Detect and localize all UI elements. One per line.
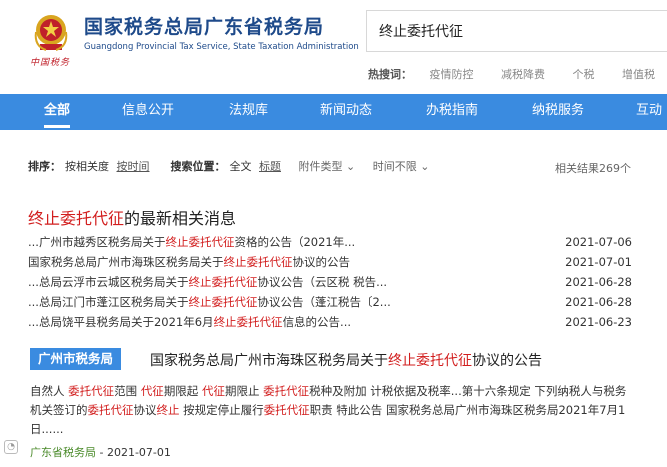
- scope-all[interactable]: 全文: [230, 160, 252, 173]
- result-snippet: 自然人 委托代征范围 代征期限起 代征期限止 委托代征税种及附加 计税依据及税率…: [30, 382, 630, 439]
- latest-news-title: 终止委托代征的最新相关消息: [28, 209, 237, 228]
- site-header: 中国税务 国家税务总局广东省税务局 Guangdong Provincial T…: [0, 0, 667, 92]
- sort-relevance[interactable]: 按相关度: [65, 160, 109, 173]
- result-source[interactable]: 广东省税务局: [30, 446, 96, 459]
- nav-item-service[interactable]: 纳税服务: [532, 94, 584, 130]
- chevron-down-icon: ⌄: [420, 160, 430, 173]
- attach-type-dropdown[interactable]: 附件类型 ⌄: [299, 160, 356, 173]
- snippet-text: 自然人: [30, 384, 69, 398]
- search-box[interactable]: [366, 10, 667, 52]
- news-date: 2021-06-28: [565, 275, 632, 289]
- snippet-text: 期限起: [163, 384, 202, 398]
- nav-item-guide[interactable]: 办税指南: [426, 94, 478, 130]
- snippet-text: 期限止: [224, 384, 264, 398]
- result-title-link[interactable]: 国家税务总局广州市海珠区税务局关于终止委托代征协议的公告: [150, 350, 542, 370]
- hot-search-bar: 热搜词： 疫情防控 减税降费 个税 增值税: [368, 66, 667, 82]
- hot-item[interactable]: 疫情防控: [430, 68, 474, 81]
- news-date: 2021-06-23: [565, 315, 632, 329]
- news-link[interactable]: 国家税务总局广州市海珠区税务局关于终止委托代征协议的公告: [28, 252, 428, 272]
- result-date: - 2021-07-01: [96, 446, 171, 459]
- list-item[interactable]: ...总局饶平县税务局关于2021年6月终止委托代征信息的公告... 2021-…: [28, 312, 632, 332]
- nav-item-interact[interactable]: 互动: [636, 94, 662, 130]
- news-link[interactable]: ...总局饶平县税务局关于2021年6月终止委托代征信息的公告...: [28, 312, 428, 332]
- hot-label: 热搜词：: [368, 68, 412, 81]
- highlight-term: 委托代征: [87, 403, 134, 417]
- nav-item-laws[interactable]: 法规库: [229, 94, 268, 130]
- result-meta: 广东省税务局 - 2021-07-01: [30, 444, 171, 460]
- latest-news-list: ...广州市越秀区税务局关于终止委托代征资格的公告（2021年... 2021-…: [28, 232, 632, 332]
- hot-item[interactable]: 增值税: [622, 68, 655, 81]
- search-input[interactable]: [367, 11, 667, 51]
- source-tag[interactable]: 广州市税务局: [30, 348, 122, 370]
- search-results-page: 中国税务 国家税务总局广东省税务局 Guangdong Provincial T…: [0, 0, 667, 467]
- sort-label: 排序：: [28, 160, 61, 173]
- nav-item-all[interactable]: 全部: [44, 94, 71, 130]
- sort-time[interactable]: 按时间: [117, 160, 150, 173]
- news-link[interactable]: ...总局云浮市云城区税务局关于终止委托代征协议公告（云区税 税告...: [28, 272, 428, 292]
- snippet-text: 范围: [114, 384, 141, 398]
- list-item[interactable]: ...总局江门市蓬江区税务局关于终止委托代征协议公告（蓬江税告〔2... 202…: [28, 292, 632, 312]
- slogan: 中国税务: [30, 58, 71, 68]
- time-limit-dropdown[interactable]: 时间不限 ⌄: [373, 160, 430, 173]
- highlight-term: 代征: [201, 384, 225, 398]
- nav-item-info[interactable]: 信息公开: [122, 94, 174, 130]
- snippet-text: 按规定停止履行: [179, 403, 264, 417]
- sort-bar: 排序： 按相关度 按时间 搜索位置： 全文 标题 附件类型 ⌄ 时间不限 ⌄: [28, 158, 429, 174]
- list-item[interactable]: ...广州市越秀区税务局关于终止委托代征资格的公告（2021年... 2021-…: [28, 232, 632, 252]
- result-count: 相关结果269个: [555, 162, 631, 175]
- chevron-down-icon: ⌄: [346, 160, 356, 173]
- news-date: 2021-07-06: [565, 235, 632, 249]
- list-item[interactable]: 国家税务总局广州市海珠区税务局关于终止委托代征协议的公告 2021-07-01: [28, 252, 632, 272]
- highlight-term: 代征: [140, 384, 164, 398]
- news-date: 2021-06-28: [565, 295, 632, 309]
- list-item[interactable]: ...总局云浮市云城区税务局关于终止委托代征协议公告（云区税 税告... 202…: [28, 272, 632, 292]
- site-subtitle: Guangdong Provincial Tax Service, State …: [84, 42, 359, 52]
- feedback-icon[interactable]: ◔: [4, 440, 18, 454]
- highlight-term: 委托代征: [263, 384, 310, 398]
- hot-item[interactable]: 个税: [573, 68, 595, 81]
- news-link[interactable]: ...总局江门市蓬江区税务局关于终止委托代征协议公告（蓬江税告〔2...: [28, 292, 428, 312]
- site-title[interactable]: 国家税务总局广东省税务局: [84, 12, 324, 39]
- news-link[interactable]: ...广州市越秀区税务局关于终止委托代征资格的公告（2021年...: [28, 232, 428, 252]
- highlight-term: 终止: [156, 403, 180, 417]
- nav-item-news[interactable]: 新闻动态: [320, 94, 372, 130]
- snippet-text: 协议: [133, 403, 157, 417]
- tax-emblem-icon[interactable]: [28, 10, 74, 56]
- news-date: 2021-07-01: [565, 255, 632, 269]
- highlight-term: 委托代征: [263, 403, 310, 417]
- main-nav: 全部 信息公开 法规库 新闻动态 办税指南 纳税服务 互动: [0, 94, 667, 130]
- scope-label: 搜索位置：: [170, 160, 226, 173]
- hot-item[interactable]: 减税降费: [501, 68, 545, 81]
- scope-title[interactable]: 标题: [259, 160, 281, 173]
- highlight-term: 委托代征: [68, 384, 115, 398]
